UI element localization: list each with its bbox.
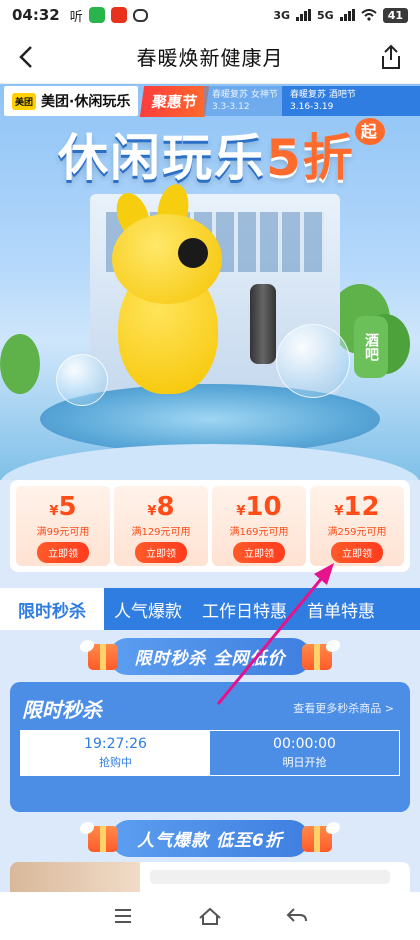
- message-icon: [132, 8, 148, 22]
- page-title: 春暖焕新健康月: [136, 46, 284, 70]
- brand-text: 美团·休闲玩乐: [41, 94, 131, 110]
- slot-status: 抢购中: [99, 756, 132, 769]
- mascot-eye: [178, 238, 208, 268]
- coupon-condition: 满129元可用: [131, 527, 191, 538]
- tree-decoration: [0, 334, 40, 394]
- slot-time: 00:00:00: [273, 736, 336, 752]
- share-button[interactable]: [374, 40, 408, 74]
- coupon-card[interactable]: ¥8 满129元可用 立即领: [114, 486, 208, 566]
- product-text-placeholder: [150, 870, 390, 884]
- chevron-left-icon: [19, 46, 32, 68]
- more-flash-link[interactable]: 查看更多秒杀商品 >: [293, 700, 394, 716]
- brand-box: 美团 美团·休闲玩乐: [4, 86, 139, 116]
- coupon-condition: 满99元可用: [36, 527, 90, 538]
- network-5g-label: 5G: [317, 8, 334, 22]
- back-nav-button[interactable]: [277, 896, 317, 936]
- phase-tab-2[interactable]: 春暖复苏 酒吧节 3.16-3.19: [282, 86, 420, 116]
- app-notification-icon: [110, 7, 127, 23]
- menu-icon: [115, 909, 132, 923]
- flash-sale-card: 限时秒杀 查看更多秒杀商品 > 19:27:26 抢购中 00:00:00 明日…: [10, 682, 410, 812]
- wing-icon: [326, 640, 340, 652]
- back-button[interactable]: [10, 40, 44, 74]
- coupon-card[interactable]: ¥5 满99元可用 立即领: [16, 486, 110, 566]
- home-icon: [199, 907, 221, 925]
- headline-accent: 5折: [266, 129, 355, 187]
- share-icon: [382, 44, 400, 69]
- product-thumbnail: [10, 862, 140, 892]
- hero-banner: 美团 美团·休闲玩乐 聚惠节 春暖复苏 女神节 3.3-3.12 春暖复苏 酒吧…: [0, 84, 420, 480]
- coupon-condition: 满169元可用: [229, 527, 289, 538]
- bubble-bath-illustration: [276, 324, 350, 398]
- wing-icon: [326, 822, 340, 834]
- signal-icon-2: [339, 9, 355, 21]
- product-card-peek[interactable]: [10, 862, 410, 892]
- claim-button[interactable]: 立即领: [135, 542, 187, 563]
- status-right-icons: 3G 5G 41: [273, 7, 408, 23]
- headline-main: 休闲玩乐: [58, 129, 266, 187]
- home-button[interactable]: [190, 896, 230, 936]
- time-slot-next[interactable]: 00:00:00 明日开抢: [210, 731, 399, 775]
- tab-first-order[interactable]: 首单特惠: [297, 588, 385, 630]
- coupon-row: ¥5 满99元可用 立即领 ¥8 满129元可用 立即领 ¥10 满169元可用…: [10, 480, 410, 572]
- section-banner-popular: 人气爆款 低至6折: [80, 818, 340, 858]
- flash-sale-title: 限时秒杀: [22, 698, 102, 722]
- slot-time: 19:27:26: [84, 736, 147, 752]
- tab-weekday-deals[interactable]: 工作日特惠: [192, 588, 297, 630]
- status-left-icons: 听: [70, 6, 148, 25]
- coupon-amount: ¥10: [236, 492, 282, 522]
- category-tabs: 限时秒杀 人气爆款 工作日特惠 首单特惠: [0, 588, 420, 630]
- bubble-fitness-illustration: [56, 354, 108, 406]
- wifi-icon: [361, 9, 377, 21]
- slot-status: 明日开抢: [282, 756, 327, 769]
- phase2-dates: 3.16-3.19: [290, 102, 334, 112]
- signal-icon: [296, 9, 311, 21]
- meituan-logo: 美团: [12, 92, 37, 110]
- tab-flash-sale[interactable]: 限时秒杀: [0, 588, 104, 630]
- nav-bar: 春暖焕新健康月: [0, 30, 420, 84]
- coupon-condition: 满259元可用: [327, 527, 387, 538]
- claim-button[interactable]: 立即领: [37, 542, 89, 563]
- phase2-title: 春暖复苏 酒吧节: [290, 90, 356, 100]
- battery-icon: 41: [382, 7, 408, 23]
- section-title-popular: 人气爆款 低至6折: [111, 819, 309, 857]
- flash-time-slots: 19:27:26 抢购中 00:00:00 明日开抢: [20, 730, 400, 776]
- network-3g-label: 3G: [273, 8, 290, 22]
- coupon-amount: ¥5: [49, 492, 77, 522]
- coupon-amount: ¥8: [147, 492, 175, 522]
- headline-suffix: 起: [354, 118, 385, 145]
- section-banner-flash: 限时秒杀 全网低价: [80, 636, 340, 676]
- section-title-flash: 限时秒杀 全网低价: [108, 637, 312, 675]
- status-time: 04:32: [12, 6, 60, 24]
- status-bar: 04:32 听 3G 5G 41: [0, 0, 420, 30]
- coupon-card[interactable]: ¥12 满259元可用 立即领: [310, 486, 404, 566]
- punching-bag-illustration: [250, 284, 276, 364]
- coupon-amount: ¥12: [334, 492, 380, 522]
- hero-headline: 休闲玩乐5折起: [58, 118, 385, 190]
- tab-popular[interactable]: 人气爆款: [104, 588, 192, 630]
- claim-button[interactable]: 立即领: [233, 542, 285, 563]
- claim-button[interactable]: 立即领: [331, 542, 383, 563]
- time-slot-current[interactable]: 19:27:26 抢购中: [21, 731, 210, 775]
- wave-divider: [0, 444, 420, 480]
- app-label: 听: [69, 9, 83, 25]
- system-nav-bar: [0, 892, 420, 940]
- pub-sign: 酒吧: [354, 316, 388, 378]
- back-arrow-icon: [286, 908, 307, 922]
- coupon-card[interactable]: ¥10 满169元可用 立即领: [212, 486, 306, 566]
- wechat-icon: [88, 7, 105, 23]
- promo-tag: 聚惠节: [140, 85, 210, 117]
- menu-button[interactable]: [103, 896, 143, 936]
